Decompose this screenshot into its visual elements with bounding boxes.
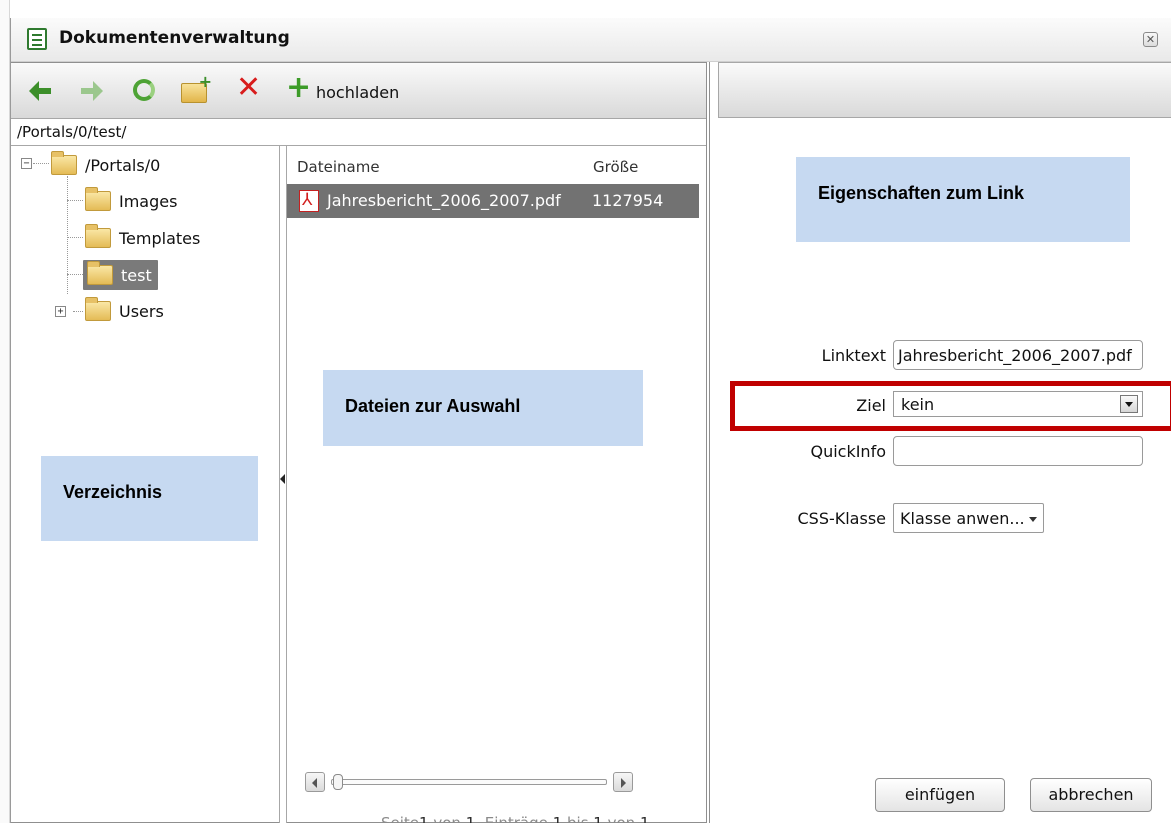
tree-item-images[interactable]: Images (85, 186, 177, 216)
scrollbar-thumb[interactable] (333, 774, 343, 790)
target-label: Ziel (856, 396, 886, 415)
annotation-files: Dateien zur Auswahl (323, 370, 643, 446)
folder-icon (85, 187, 111, 211)
cancel-button[interactable]: abbrechen (1030, 778, 1152, 812)
target-select[interactable]: kein (893, 391, 1143, 417)
arrow-right-icon[interactable] (81, 81, 103, 101)
upload-button[interactable]: hochladen (316, 83, 399, 102)
tree-item-label: test (121, 265, 152, 285)
file-toolbar: ✕ + hochladen (11, 63, 706, 119)
column-header-name[interactable]: Dateiname (297, 158, 380, 176)
file-size: 1127954 (592, 191, 664, 210)
tree-item-label: Users (119, 301, 164, 321)
properties-toolbar (718, 62, 1171, 118)
tree-item-label: /Portals/0 (85, 155, 161, 175)
tree-item-label: Images (119, 191, 178, 211)
new-folder-icon[interactable] (181, 72, 212, 103)
tree-item-users[interactable]: Users (85, 296, 164, 326)
browser-pane: ✕ + hochladen /Portals/0/test/ − /Portal… (11, 62, 707, 823)
css-class-label: CSS-Klasse (797, 509, 886, 528)
file-name: Jahresbericht_2006_2007.pdf (327, 191, 561, 210)
tree-item-test[interactable]: test (83, 260, 158, 290)
link-properties-pane: Eigenschaften zum Link Linktext Jahresbe… (709, 62, 1171, 823)
add-icon[interactable]: + (286, 73, 311, 103)
folder-icon (85, 224, 111, 248)
linktext-label: Linktext (821, 346, 886, 365)
linktext-field[interactable]: Jahresbericht_2006_2007.pdf (893, 340, 1143, 370)
expand-icon[interactable]: + (55, 306, 66, 317)
folder-tree: − /Portals/0 Images Templates test + Use… (11, 146, 279, 823)
annotation-directory: Verzeichnis (41, 456, 258, 541)
current-path: /Portals/0/test/ (17, 123, 127, 141)
folder-icon (51, 151, 77, 175)
insert-button[interactable]: einfügen (875, 778, 1005, 812)
document-manager-dialog: Dokumentenverwaltung ✕ ✕ + hochladen /Po… (10, 18, 1171, 823)
chevron-down-icon[interactable] (1120, 395, 1138, 413)
caret-down-icon (1028, 517, 1037, 522)
pane-splitter[interactable] (279, 146, 287, 823)
window-title: Dokumentenverwaltung (59, 28, 290, 48)
tree-item-label: Templates (119, 228, 201, 248)
delete-icon[interactable]: ✕ (236, 73, 261, 103)
pdf-icon (299, 190, 319, 212)
tree-item-templates[interactable]: Templates (85, 223, 200, 253)
pagination-info: Seite1 von 1. Einträge 1 bis 1 von 1 (381, 814, 650, 823)
close-icon[interactable]: ✕ (1143, 32, 1158, 47)
tree-item-root[interactable]: /Portals/0 (51, 150, 160, 180)
background-window-edge (0, 0, 10, 823)
scroll-right-icon[interactable] (613, 772, 633, 792)
annotation-properties: Eigenschaften zum Link (796, 157, 1130, 242)
column-header-size[interactable]: Größe (593, 158, 638, 176)
scrollbar-track[interactable] (331, 779, 607, 785)
scroll-left-icon[interactable] (305, 772, 325, 792)
title-bar: Dokumentenverwaltung ✕ (11, 18, 1171, 62)
horizontal-scrollbar[interactable] (305, 772, 635, 794)
table-row[interactable]: Jahresbericht_2006_2007.pdf 1127954 (287, 184, 699, 218)
document-icon (27, 28, 47, 50)
quickinfo-field[interactable] (893, 436, 1143, 466)
collapse-arrow-icon[interactable] (280, 474, 285, 484)
css-class-dropdown[interactable]: Klasse anwen... (893, 503, 1044, 533)
refresh-icon[interactable] (133, 79, 155, 101)
folder-icon (85, 297, 111, 321)
arrow-left-icon[interactable] (29, 81, 51, 101)
css-class-value: Klasse anwen... (900, 509, 1025, 528)
folder-icon (87, 261, 113, 285)
file-list: Dateiname Größe Jahresbericht_2006_2007.… (287, 146, 706, 823)
collapse-icon[interactable]: − (21, 158, 32, 169)
quickinfo-label: QuickInfo (810, 442, 886, 461)
